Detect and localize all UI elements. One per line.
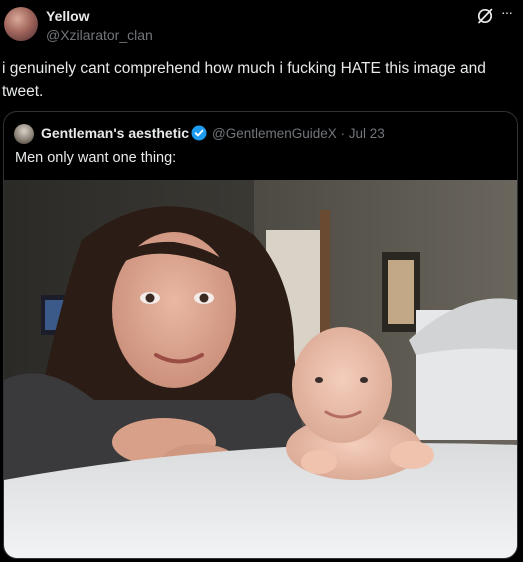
verified-badge-icon bbox=[191, 125, 207, 141]
author-handle[interactable]: @Xzilarator_clan bbox=[46, 27, 153, 43]
quoted-photo[interactable] bbox=[4, 180, 517, 558]
user-avatar[interactable] bbox=[4, 7, 38, 41]
quoted-handle-date[interactable]: @GentlemenGuideX · Jul 23 bbox=[212, 126, 385, 141]
tweet-text: i genuinely cant comprehend how much i f… bbox=[2, 60, 486, 100]
quoted-author-name[interactable]: Gentleman's aesthetic bbox=[41, 125, 189, 141]
grok-icon[interactable] bbox=[476, 7, 494, 25]
quoted-tweet-text: Men only want one thing: bbox=[15, 150, 177, 166]
quoted-avatar[interactable] bbox=[14, 124, 34, 144]
quoted-tweet[interactable]: Gentleman's aesthetic @GentlemenGuideX ·… bbox=[3, 111, 518, 559]
more-dots-icon[interactable]: ··· bbox=[501, 4, 519, 20]
author-name[interactable]: Yellow bbox=[46, 8, 90, 24]
